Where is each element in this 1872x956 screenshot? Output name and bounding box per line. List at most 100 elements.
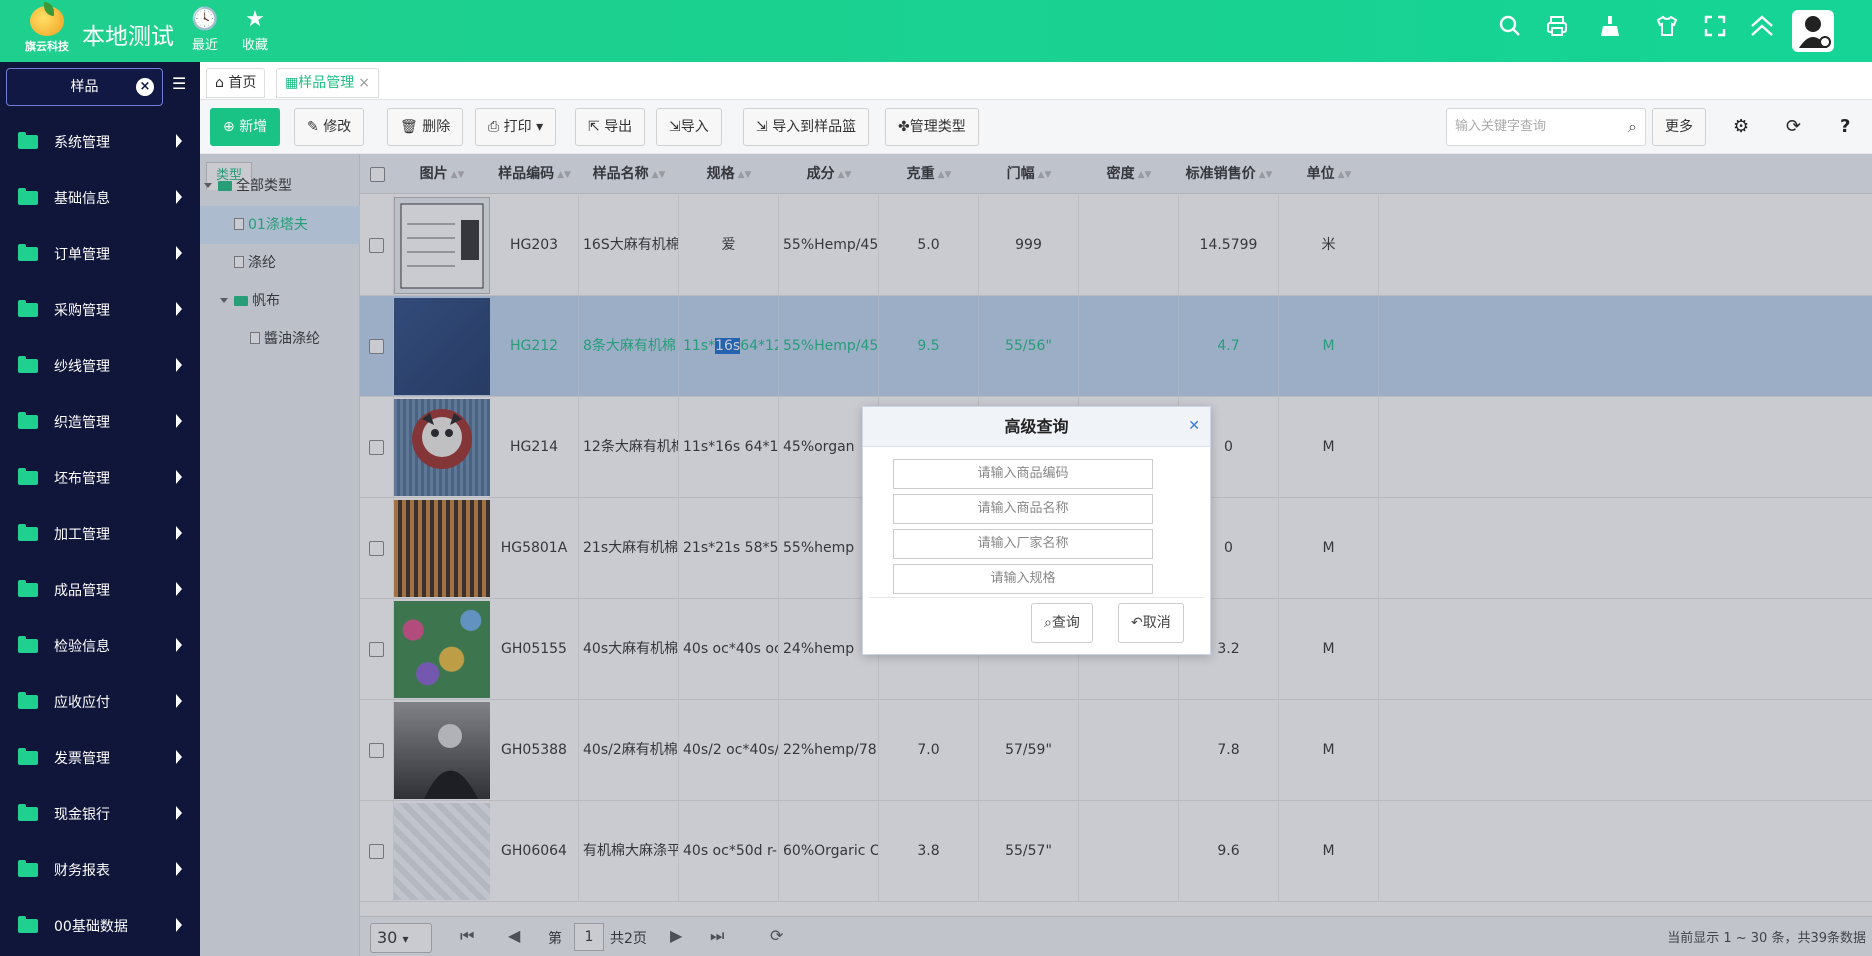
product-name-field[interactable]: 请输入商品名称 (893, 494, 1153, 524)
sidebar-item-weaving[interactable]: 织造管理 (0, 394, 200, 450)
sidebar-item-basic-info[interactable]: 基础信息 (0, 170, 200, 226)
chevron-right-icon (176, 638, 182, 652)
more-label: 更多 (1665, 119, 1693, 135)
sidebar: 样品 × ☰ 系统管理 基础信息 订单管理 采购管理 纱线管理 织造管理 坯布管… (0, 62, 200, 956)
chevron-right-icon (176, 862, 182, 876)
import-icon: ⇲ (669, 119, 681, 135)
chevron-right-icon (176, 302, 182, 316)
pencil-icon: ✎ (307, 119, 319, 135)
spec-field[interactable]: 请输入规格 (893, 564, 1153, 594)
export-label: 导出 (604, 119, 633, 135)
broom-icon[interactable] (1595, 14, 1625, 44)
user-avatar[interactable] (1792, 10, 1834, 52)
sidebar-item-label: 纱线管理 (54, 359, 110, 375)
print-label: 打印 (503, 119, 532, 135)
sidebar-item-label: 00基础数据 (54, 919, 128, 935)
search-icon[interactable] (1495, 14, 1525, 44)
manage-type-button[interactable]: ✤管理类型 (885, 108, 979, 146)
sidebar-item-label: 成品管理 (54, 583, 110, 599)
folder-icon (18, 748, 38, 765)
folder-icon (18, 300, 38, 317)
clear-icon[interactable]: × (136, 78, 154, 96)
chevron-right-icon (176, 470, 182, 484)
chevron-right-icon (176, 190, 182, 204)
cancel-button[interactable]: ↶取消 (1118, 603, 1184, 643)
sidebar-item-label: 加工管理 (54, 527, 110, 543)
refresh-icon[interactable]: ⟳ (1786, 116, 1801, 137)
sidebar-item-label: 财务报表 (54, 863, 110, 879)
close-tab-icon[interactable]: × (358, 75, 370, 91)
sidebar-item-invoices[interactable]: 发票管理 (0, 730, 200, 786)
sidebar-item-greige[interactable]: 坯布管理 (0, 450, 200, 506)
cancel-label: 取消 (1142, 615, 1171, 631)
home-icon: ⌂ (215, 75, 224, 91)
edit-button[interactable]: ✎ 修改 (294, 108, 365, 146)
folder-icon (18, 636, 38, 653)
close-icon[interactable]: ✕ (1188, 418, 1200, 434)
nav-favorites[interactable]: ★ 收藏 (233, 6, 277, 53)
sidebar-item-system[interactable]: 系统管理 (0, 114, 200, 170)
sidebar-item-label: 采购管理 (54, 303, 110, 319)
dialog-title: 高级查询 (863, 407, 1210, 447)
toolbar: ⊕ 新增 ✎ 修改 🗑 删除 ⎙ 打印 ▾ ⇱ 导出 ⇲导入 ⇲ 导入到样品篮 … (200, 100, 1872, 154)
more-button[interactable]: 更多 (1652, 108, 1706, 146)
search-icon[interactable]: ⌕ (1628, 109, 1637, 145)
collapse-up-icon[interactable] (1747, 14, 1777, 44)
user-card-icon (18, 132, 38, 149)
sidebar-item-processing[interactable]: 加工管理 (0, 506, 200, 562)
chevron-right-icon (176, 246, 182, 260)
star-icon: ★ (245, 7, 265, 32)
print-button[interactable]: ⎙ 打印 ▾ (475, 108, 557, 146)
clock-icon: 🕓 (191, 7, 219, 32)
sidebar-item-purchase[interactable]: 采购管理 (0, 282, 200, 338)
import-basket-label: 导入到样品篮 (772, 119, 857, 135)
manufacturer-field[interactable]: 请输入厂家名称 (893, 529, 1153, 559)
printer-icon[interactable] (1542, 14, 1572, 44)
import-button[interactable]: ⇲导入 (656, 108, 722, 146)
chevron-right-icon (176, 918, 182, 932)
gear-icon[interactable]: ⚙ (1733, 116, 1749, 137)
query-button[interactable]: ⌕查询 (1031, 603, 1093, 643)
keyword-search-input[interactable]: 输入关键字查询 ⌕ (1446, 108, 1646, 146)
help-icon[interactable]: ? (1840, 116, 1850, 137)
chevron-right-icon (176, 582, 182, 596)
sidebar-item-label: 发票管理 (54, 751, 110, 767)
add-button[interactable]: ⊕ 新增 (210, 108, 281, 146)
manage-type-label: 管理类型 (909, 119, 966, 135)
sidebar-item-finished[interactable]: 成品管理 (0, 562, 200, 618)
app-logo: 旗云科技 (22, 2, 72, 53)
nav-recent[interactable]: 🕓 最近 (183, 6, 227, 53)
delete-button[interactable]: 🗑 删除 (387, 108, 464, 146)
folder-icon (18, 524, 38, 541)
sidebar-search-input[interactable]: 样品 × (6, 68, 163, 106)
collapse-sidebar-icon[interactable]: ☰ (172, 74, 186, 93)
folder-icon (18, 692, 38, 709)
sidebar-item-orders[interactable]: 订单管理 (0, 226, 200, 282)
product-code-field[interactable]: 请输入商品编码 (893, 459, 1153, 489)
edit-doc-icon (18, 916, 38, 933)
tab-home[interactable]: ⌂ 首页 (206, 68, 266, 98)
import-icon: ⇲ (756, 119, 768, 135)
advanced-search-dialog: 高级查询 ✕ 请输入商品编码 请输入商品名称 请输入厂家名称 请输入规格 ⌕查询… (862, 406, 1211, 655)
sidebar-item-inspection[interactable]: 检验信息 (0, 618, 200, 674)
sidebar-menu: 系统管理 基础信息 订单管理 采购管理 纱线管理 织造管理 坯布管理 加工管理 … (0, 114, 200, 954)
sidebar-item-receivables[interactable]: 应收应付 (0, 674, 200, 730)
chevron-right-icon (176, 526, 182, 540)
sidebar-item-label: 系统管理 (54, 135, 110, 151)
chevron-right-icon (176, 134, 182, 148)
logo-mark (30, 2, 64, 36)
search-icon: ⌕ (1044, 615, 1052, 631)
nav-recent-label: 最近 (191, 38, 218, 53)
shirt-icon[interactable] (1652, 14, 1682, 44)
sidebar-item-label: 坯布管理 (54, 471, 110, 487)
tab-sample-management[interactable]: ▦样品管理 × (276, 68, 379, 98)
sidebar-item-cash-bank[interactable]: 现金银行 (0, 786, 200, 842)
sidebar-item-base-data[interactable]: 00基础数据 (0, 898, 200, 954)
fullscreen-icon[interactable] (1700, 14, 1730, 44)
sidebar-search-value: 样品 (70, 79, 99, 95)
sidebar-item-yarn[interactable]: 纱线管理 (0, 338, 200, 394)
sidebar-item-reports[interactable]: 财务报表 (0, 842, 200, 898)
folder-icon (18, 804, 38, 821)
export-button[interactable]: ⇱ 导出 (575, 108, 646, 146)
import-basket-button[interactable]: ⇲ 导入到样品篮 (743, 108, 870, 146)
